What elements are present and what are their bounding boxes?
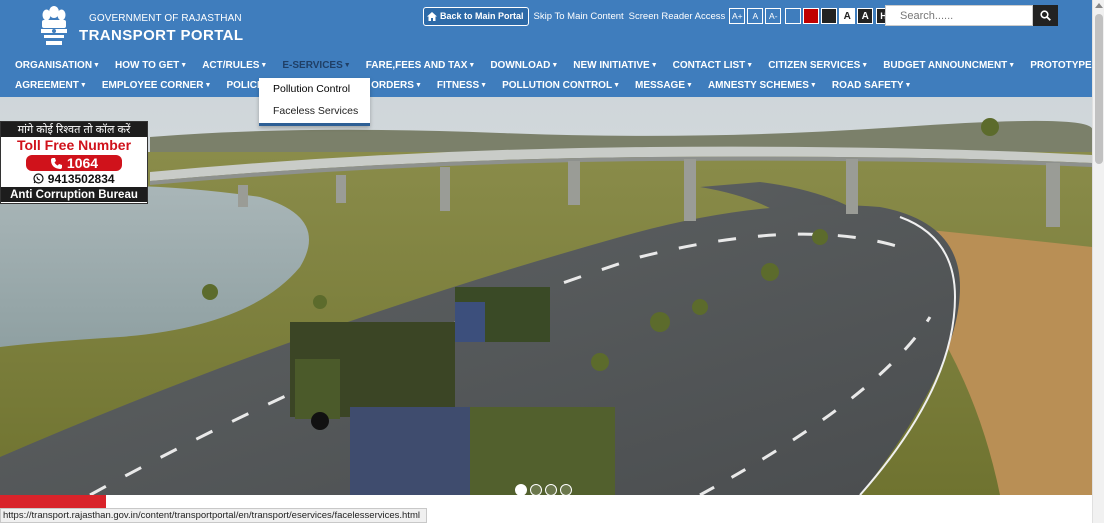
nav-fare-fees-tax[interactable]: FARE,FEES AND TAX ▼ bbox=[366, 60, 476, 71]
browser-status-url: https://transport.rajasthan.gov.in/conte… bbox=[0, 508, 427, 523]
search-input[interactable] bbox=[885, 5, 1033, 26]
caret-down-icon: ▼ bbox=[468, 62, 476, 69]
back-to-main-portal-button[interactable]: Back to Main Portal bbox=[423, 6, 529, 26]
scroll-up-arrow-icon[interactable] bbox=[1095, 3, 1103, 8]
search-bar bbox=[885, 5, 1058, 26]
caret-down-icon: ▼ bbox=[1008, 62, 1016, 69]
caret-down-icon: ▼ bbox=[861, 62, 869, 69]
theme-dark-swatch[interactable] bbox=[821, 8, 838, 24]
skip-to-main-content-link[interactable]: Skip To Main Content bbox=[534, 11, 624, 22]
caret-down-icon: ▼ bbox=[613, 82, 620, 89]
font-increase-button[interactable]: A+ bbox=[729, 8, 746, 24]
phone-icon bbox=[50, 157, 62, 169]
nav-e-services[interactable]: E-SERVICES ▼ bbox=[282, 60, 350, 71]
home-icon bbox=[427, 11, 437, 21]
theme-blue-swatch[interactable] bbox=[785, 8, 802, 24]
font-decrease-button[interactable]: A- bbox=[765, 8, 782, 24]
caret-down-icon: ▼ bbox=[260, 62, 268, 69]
caret-down-icon: ▼ bbox=[204, 82, 212, 89]
accessibility-bar: Back to Main Portal Skip To Main Content… bbox=[423, 6, 909, 26]
scrollbar-thumb[interactable] bbox=[1095, 14, 1103, 164]
caret-down-icon: ▼ bbox=[480, 82, 488, 89]
nav-agreement[interactable]: AGREEMENT ▼ bbox=[15, 80, 87, 91]
caret-down-icon: ▼ bbox=[809, 82, 817, 89]
e-services-dropdown: Pollution Control Faceless Services bbox=[259, 78, 370, 126]
caret-down-icon: ▼ bbox=[650, 62, 658, 69]
search-button[interactable] bbox=[1033, 5, 1058, 26]
caret-down-icon: ▼ bbox=[414, 82, 422, 89]
nav-message[interactable]: MESSAGE ▼ bbox=[635, 80, 693, 91]
caret-down-icon: ▼ bbox=[746, 62, 754, 69]
nav-road-safety[interactable]: ROAD SAFETY ▼ bbox=[832, 80, 912, 91]
nav-pollution-control[interactable]: POLLUTION CONTROL ▼ bbox=[502, 80, 620, 91]
state-emblem-icon[interactable] bbox=[38, 4, 70, 50]
toll-free-number-badge: 1064 bbox=[26, 155, 122, 171]
nav-download[interactable]: DOWNLOAD ▼ bbox=[490, 60, 558, 71]
dropdown-item-faceless-services[interactable]: Faceless Services bbox=[259, 100, 370, 122]
caret-down-icon: ▼ bbox=[93, 62, 100, 69]
font-normal-button[interactable]: A bbox=[747, 8, 764, 24]
whatsapp-icon bbox=[33, 173, 45, 184]
portal-title[interactable]: TRANSPORT PORTAL bbox=[79, 27, 243, 44]
search-icon bbox=[1040, 10, 1051, 21]
nav-orders[interactable]: ORDERS ▼ bbox=[371, 80, 422, 91]
dropdown-item-pollution-control[interactable]: Pollution Control bbox=[259, 78, 370, 100]
screen-reader-access-link[interactable]: Screen Reader Access bbox=[629, 11, 726, 22]
nav-citizen-services[interactable]: CITIZEN SERVICES ▼ bbox=[768, 60, 868, 71]
nav-fitness[interactable]: FITNESS ▼ bbox=[437, 80, 487, 91]
government-label: GOVERNMENT OF RAJASTHAN bbox=[89, 13, 242, 24]
back-to-main-portal-label: Back to Main Portal bbox=[440, 11, 524, 21]
nav-organisation[interactable]: ORGANISATION ▼ bbox=[15, 60, 100, 71]
high-contrast-button[interactable]: A bbox=[857, 8, 874, 24]
caret-down-icon: ▼ bbox=[904, 82, 912, 89]
whatsapp-number: 9413502834 bbox=[47, 172, 115, 186]
site-header: GOVERNMENT OF RAJASTHAN TRANSPORT PORTAL… bbox=[0, 0, 1100, 97]
bribe-call-message: मांगे कोई रिश्वत तो कॉल करें bbox=[1, 122, 147, 137]
caret-down-icon: ▼ bbox=[79, 82, 87, 89]
nav-amnesty-schemes[interactable]: AMNESTY SCHEMES ▼ bbox=[708, 80, 817, 91]
nav-act-rules[interactable]: ACT/RULES ▼ bbox=[202, 60, 267, 71]
nav-employee-corner[interactable]: EMPLOYEE CORNER ▼ bbox=[102, 80, 212, 91]
caret-down-icon: ▼ bbox=[180, 62, 188, 69]
toll-free-label: Toll Free Number bbox=[16, 137, 132, 153]
nav-new-initiative[interactable]: NEW INITIATIVE ▼ bbox=[573, 60, 657, 71]
light-contrast-button[interactable]: A bbox=[839, 8, 856, 24]
caret-down-icon: ▼ bbox=[343, 62, 351, 69]
anti-corruption-bureau-label: Anti Corruption Bureau bbox=[1, 187, 147, 202]
toll-free-number: 1064 bbox=[66, 155, 99, 171]
nav-budget-announcment[interactable]: BUDGET ANNOUNCMENT ▼ bbox=[883, 60, 1015, 71]
highway-photo bbox=[0, 97, 1092, 495]
whatsapp-number-line: 9413502834 bbox=[1, 172, 147, 186]
caret-down-icon: ▼ bbox=[551, 62, 559, 69]
nav-prototype[interactable]: PROTOTYPE▼ bbox=[1030, 60, 1099, 71]
theme-red-swatch[interactable] bbox=[803, 8, 820, 24]
page-scrollbar[interactable] bbox=[1092, 0, 1104, 523]
nav-contact-list[interactable]: CONTACT LIST ▼ bbox=[673, 60, 754, 71]
hero-slider bbox=[0, 97, 1092, 495]
main-nav-row-1: ORGANISATION ▼ HOW TO GET ▼ ACT/RULES ▼ E-S… bbox=[15, 60, 1104, 71]
caret-down-icon: ▼ bbox=[686, 82, 693, 89]
main-nav-row-2: AGREEMENT ▼ EMPLOYEE CORNER ▼ POLICIES ORD… bbox=[15, 80, 926, 91]
anti-corruption-banner[interactable]: मांगे कोई रिश्वत तो कॉल करें Toll Free N… bbox=[0, 121, 148, 204]
nav-how-to-get[interactable]: HOW TO GET ▼ bbox=[115, 60, 187, 71]
